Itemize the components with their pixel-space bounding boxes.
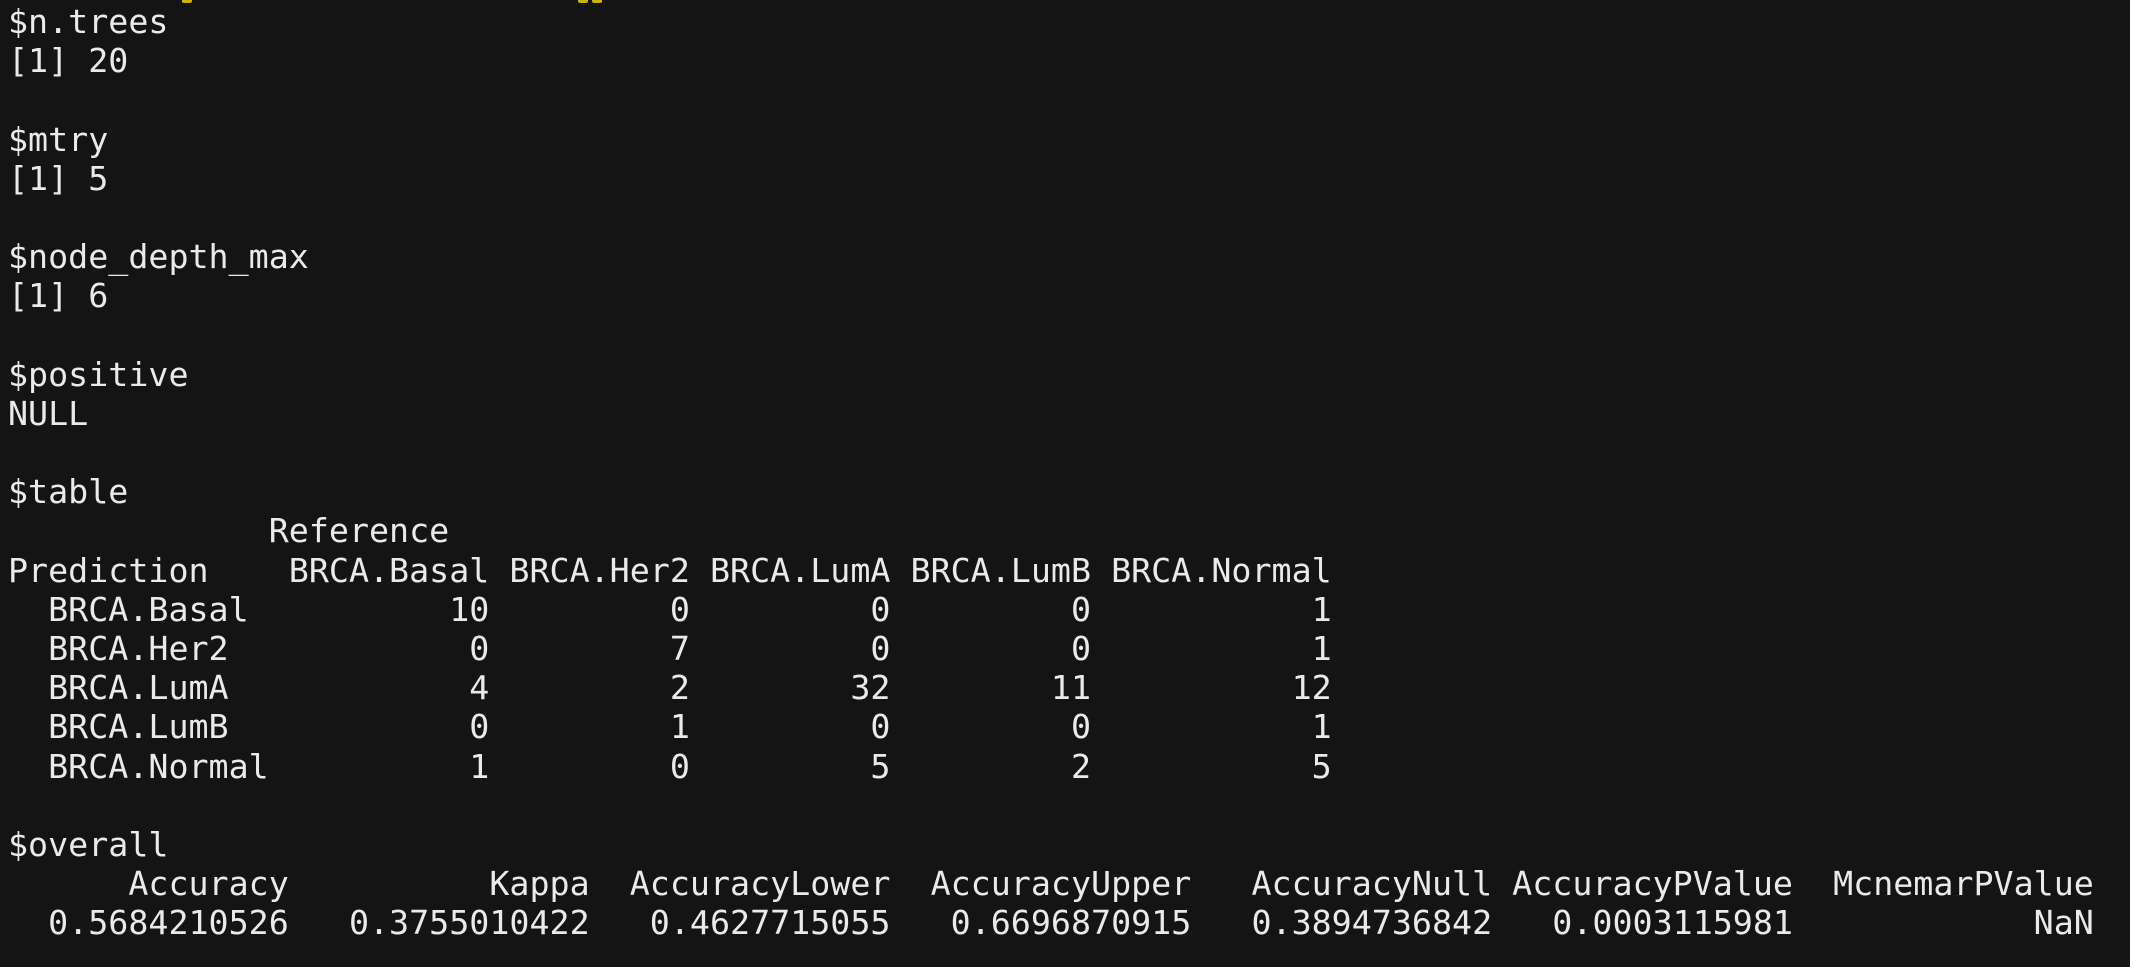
console-line: $node_depth_max	[8, 237, 309, 277]
console-line: [1] 20	[8, 41, 129, 81]
table-row: BRCA.LumA 4 2 32 11 12	[8, 668, 1332, 708]
table-row: BRCA.Her2 0 7 0 0 1	[8, 629, 1332, 668]
console-text: $n.trees [1] 20 $mtry [1] 5 $node_depth_max[…	[8, 2, 2094, 943]
table-row: BRCA.Normal 1 0 5 2 5	[8, 746, 1332, 786]
console-line: $overall	[8, 824, 169, 864]
console-line: [1] 5	[8, 158, 109, 198]
console-line: [1] 6	[8, 276, 109, 316]
console-line: $positive	[8, 354, 189, 394]
table-column-header: Prediction BRCA.Basal BRCA.Her2 BRCA.Lum…	[8, 550, 1332, 590]
table-row: BRCA.Basal 10 0 0 0 1	[8, 589, 1332, 629]
console-line: $n.trees	[8, 2, 169, 41]
console-line: NULL	[8, 393, 89, 433]
overall-header-row: Accuracy Kappa AccuracyLower AccuracyUpp…	[8, 864, 2094, 904]
table-row: BRCA.LumB 0 1 0 0 1	[8, 707, 1332, 747]
overall-values-row: 0.5684210526 0.3755010422 0.4627715055 0…	[8, 903, 2094, 943]
r-console-output[interactable]: $n.trees [1] 20 $mtry [1] 5 $node_depth_max[…	[0, 0, 2130, 967]
table-reference-header: Reference	[8, 511, 450, 551]
console-line: $table	[8, 472, 129, 512]
console-line: $mtry	[8, 119, 109, 159]
